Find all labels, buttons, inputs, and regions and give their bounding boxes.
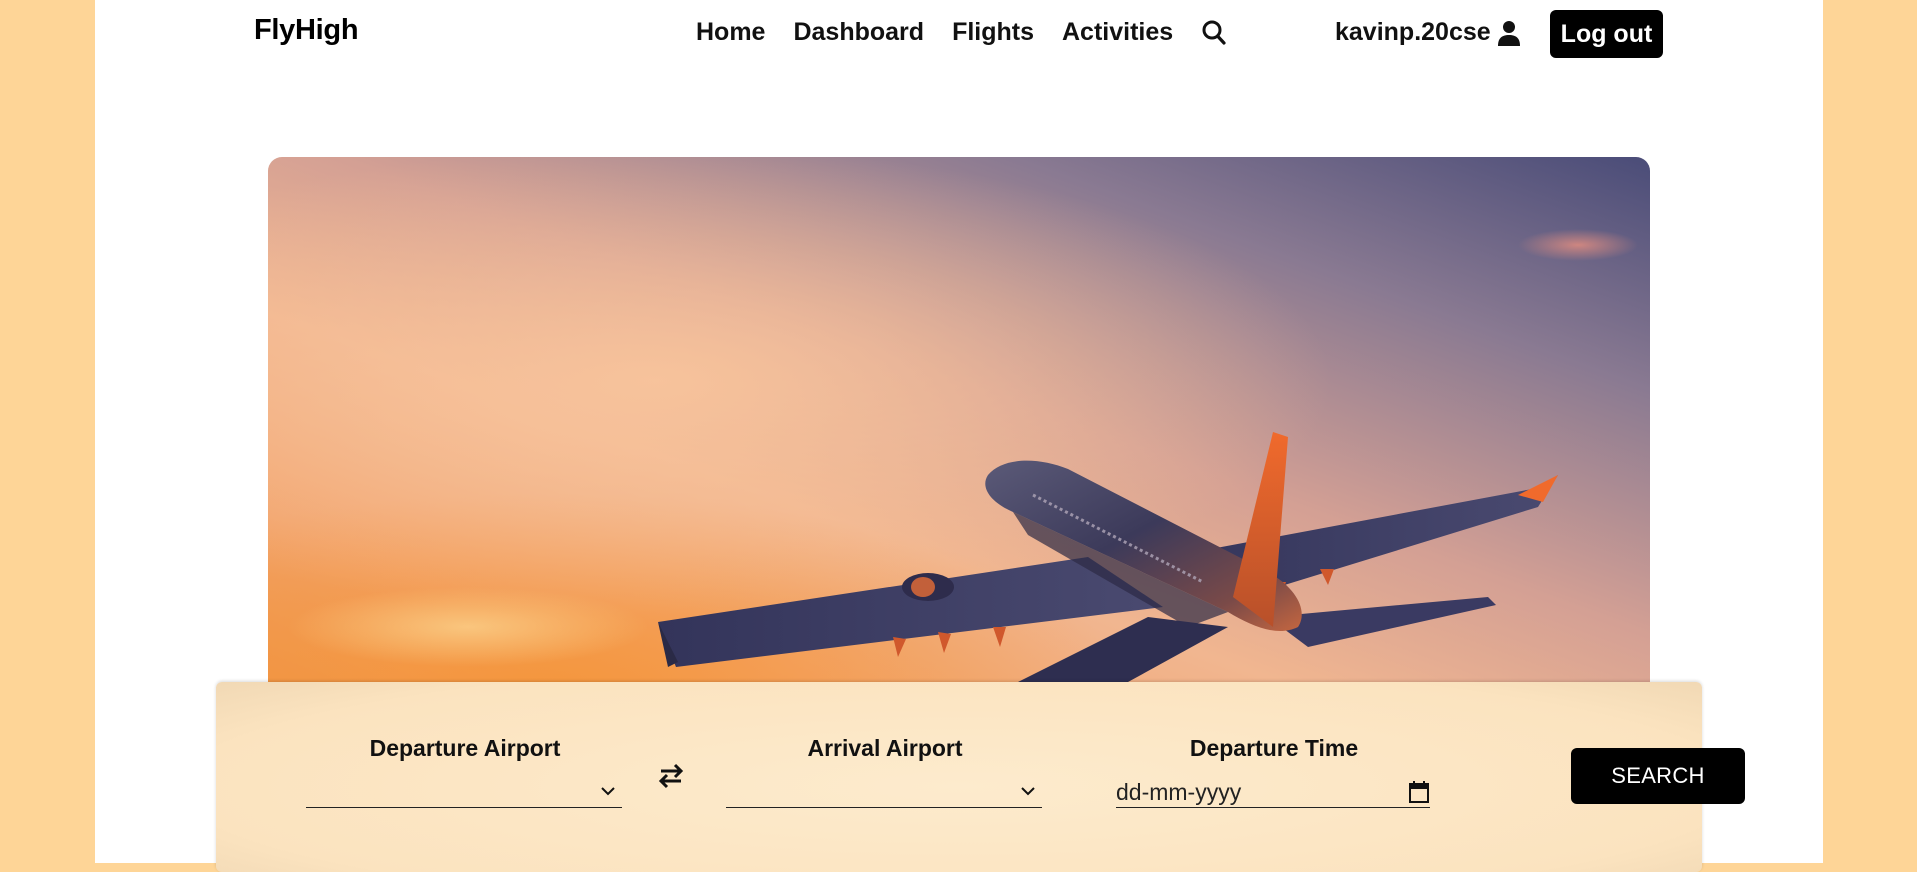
search-button[interactable]: SEARCH [1571,748,1745,804]
date-placeholder: dd-mm-yyyy [1116,779,1242,805]
page-container: FlyHigh Home Dashboard Flights Activitie… [95,0,1823,872]
departure-time-label: Departure Time [1189,735,1359,761]
arrival-airport-label: Arrival Airport [807,735,963,761]
departure-airport-select[interactable] [306,777,622,808]
nav-activities-link[interactable]: Activities [1062,18,1173,47]
chevron-down-icon [601,787,615,796]
swap-arrows-icon[interactable] [657,762,685,790]
departure-airport-label: Departure Airport [369,735,561,761]
airplane-sunset-image [288,229,1638,687]
chevron-down-icon [1021,787,1035,796]
calendar-icon[interactable] [1408,780,1430,804]
departure-airport-field: Departure Airport [306,735,624,808]
user-icon[interactable] [1497,19,1521,47]
username-label[interactable]: kavinp.20cse [1335,18,1491,47]
flight-search-panel: Departure Airport Arrival Airport Depart… [216,682,1745,872]
hero-banner [268,157,1650,717]
nav-dashboard-link[interactable]: Dashboard [793,18,924,47]
departure-date-input[interactable]: dd-mm-yyyy [1116,777,1430,808]
nav-flights-link[interactable]: Flights [952,18,1034,47]
search-icon[interactable] [1201,19,1227,47]
logout-button[interactable]: Log out [1550,10,1663,58]
brand-logo[interactable]: FlyHigh [254,14,359,47]
user-menu[interactable]: kavinp.20cse [1335,18,1521,47]
nav-home-link[interactable]: Home [696,18,765,47]
main-nav: Home Dashboard Flights Activities [696,18,1227,47]
departure-time-field: Departure Time dd-mm-yyyy [1116,735,1432,808]
arrival-airport-select[interactable] [726,777,1042,808]
arrival-airport-field: Arrival Airport [726,735,1044,808]
